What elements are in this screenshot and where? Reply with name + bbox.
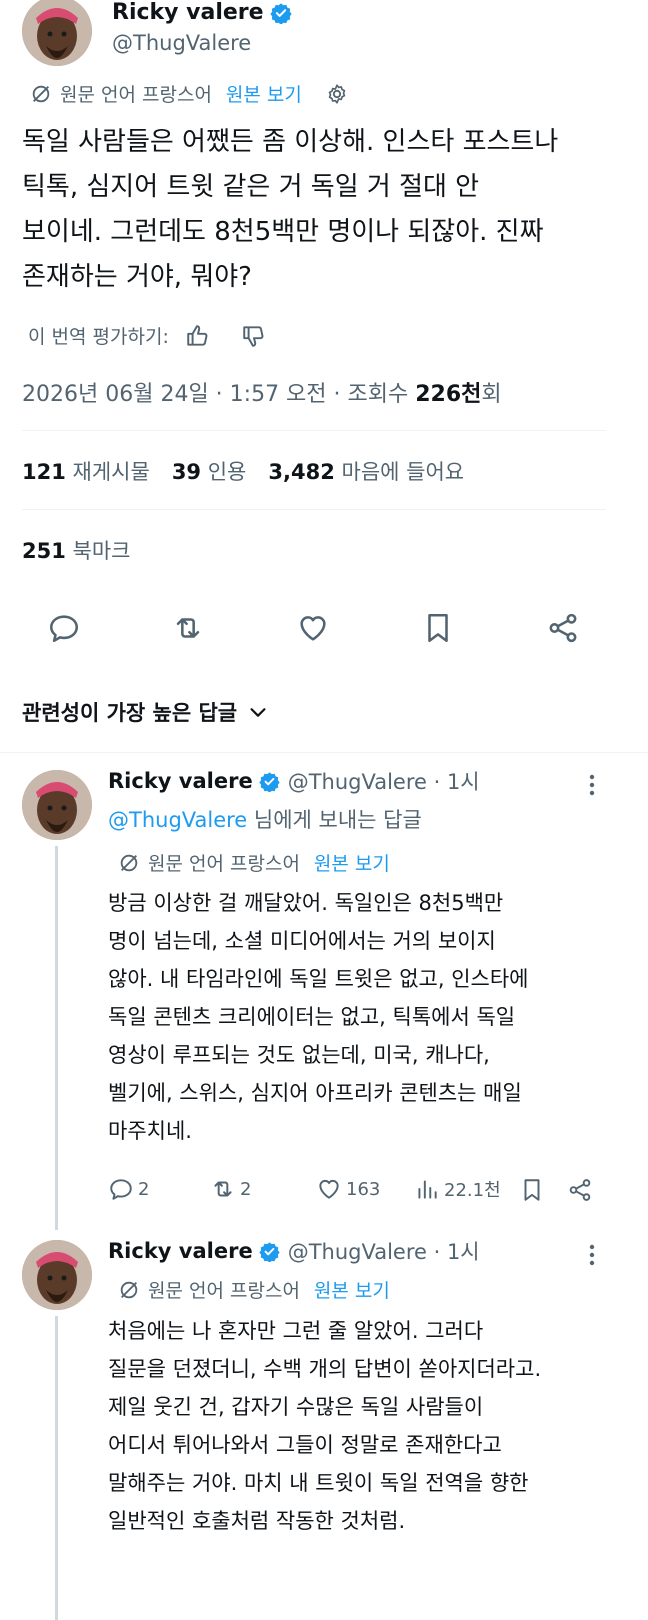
divider bbox=[22, 430, 606, 431]
stats-row: 121 재게시물 39 인용 3,482 마음에 들어요 bbox=[22, 456, 464, 486]
retweet-stat[interactable]: 121 재게시물 bbox=[22, 456, 150, 486]
bookmarks-label: 북마크 bbox=[72, 539, 131, 563]
translation-note: 원문 언어 프랑스어 bbox=[60, 84, 212, 106]
like-button[interactable] bbox=[293, 608, 333, 648]
likes-label: 마음에 들어요 bbox=[341, 460, 465, 484]
reply-icon bbox=[49, 615, 79, 643]
verified-badge-icon bbox=[259, 1241, 280, 1262]
quote-stat[interactable]: 39 인용 bbox=[172, 456, 247, 486]
likes-count: 3,482 bbox=[268, 460, 335, 484]
retweets-label: 재게시물 bbox=[72, 460, 150, 484]
reply-to-line: @ThugValere 님에게 보내는 답글 bbox=[108, 804, 422, 834]
heart-icon bbox=[300, 616, 326, 641]
reply-button[interactable] bbox=[44, 608, 84, 648]
bookmark-button[interactable] bbox=[418, 608, 458, 648]
reply-handle-time[interactable]: @ThugValere · 1시 bbox=[288, 766, 480, 796]
more-menu-button[interactable] bbox=[582, 770, 602, 800]
bookmark-icon bbox=[524, 1179, 540, 1201]
reply-replies-button[interactable]: 2 bbox=[108, 1176, 149, 1202]
reply-bookmark-button[interactable] bbox=[518, 1176, 546, 1204]
reply-replies-count: 2 bbox=[138, 1178, 150, 1200]
author-avatar[interactable] bbox=[22, 0, 92, 66]
thread-line bbox=[55, 846, 58, 1230]
translate-off-icon bbox=[120, 1281, 138, 1298]
views-suffix: 회 bbox=[481, 382, 502, 407]
author-name[interactable]: Ricky valere bbox=[112, 0, 292, 25]
share-icon bbox=[549, 613, 577, 643]
like-stat[interactable]: 3,482 마음에 들어요 bbox=[268, 456, 464, 486]
share-icon bbox=[569, 1179, 591, 1201]
repost-button[interactable] bbox=[168, 608, 208, 648]
reply-header: Ricky valere @ThugValere · 1시 bbox=[108, 1236, 480, 1266]
bookmark-stat[interactable]: 251 북마크 bbox=[22, 535, 131, 565]
reply-show-original-link[interactable]: 원본 보기 bbox=[314, 1276, 390, 1303]
share-button[interactable] bbox=[543, 608, 583, 648]
thumbs-down-icon[interactable] bbox=[241, 323, 267, 349]
views-count: 226천 bbox=[415, 382, 482, 407]
reply-to-suffix: 님에게 보내는 답글 bbox=[247, 808, 422, 832]
reply-translation-note: 원문 언어 프랑스어 bbox=[148, 1280, 300, 1302]
divider bbox=[0, 752, 648, 753]
reply-avatar[interactable] bbox=[22, 1240, 92, 1310]
sort-label: 관련성이 가장 높은 답글 bbox=[22, 701, 238, 725]
reply-repost-button[interactable]: 2 bbox=[210, 1176, 251, 1202]
tweet-timestamp: 2026년 06월 24일 · 1:57 오전 · 조회수 226천회 bbox=[22, 376, 502, 408]
heart-icon bbox=[319, 1179, 339, 1199]
quotes-label: 인용 bbox=[207, 460, 247, 484]
reply-author-name[interactable]: Ricky valere bbox=[108, 1239, 253, 1263]
reply-views-button[interactable]: 22.1천 bbox=[414, 1176, 501, 1202]
reply-translation-row: 원문 언어 프랑스어 원본 보기 bbox=[118, 1276, 390, 1303]
divider bbox=[22, 509, 606, 510]
chevron-down-icon bbox=[250, 708, 266, 717]
more-menu-button[interactable] bbox=[582, 1240, 602, 1270]
quotes-count: 39 bbox=[171, 460, 202, 484]
sort-dropdown[interactable]: 관련성이 가장 높은 답글 bbox=[22, 697, 269, 727]
repost-icon bbox=[214, 1181, 232, 1197]
reply-show-original-link[interactable]: 원본 보기 bbox=[314, 849, 390, 876]
reply-translation-note: 원문 언어 프랑스어 bbox=[148, 853, 300, 875]
translate-off-icon bbox=[32, 85, 50, 102]
reply-body: 방금 이상한 걸 깨달았어. 독일인은 8천5백만 명이 넘는데, 소셜 미디어… bbox=[108, 891, 529, 1143]
views-chart-icon bbox=[418, 1180, 437, 1199]
author-handle[interactable]: @ThugValere bbox=[112, 31, 251, 55]
translation-row: 원문 언어 프랑스어 원본 보기 bbox=[30, 80, 348, 107]
author-name-text: Ricky valere bbox=[112, 0, 264, 25]
reply-like-button[interactable]: 163 bbox=[316, 1176, 380, 1202]
show-original-link[interactable]: 원본 보기 bbox=[226, 80, 302, 107]
more-dots-icon bbox=[589, 774, 595, 796]
reply-icon bbox=[110, 1179, 132, 1200]
thread-line bbox=[55, 1316, 58, 1620]
reply-views-count: 22.1천 bbox=[444, 1180, 501, 1201]
verified-badge-icon bbox=[259, 771, 280, 792]
reply-handle-time[interactable]: @ThugValere · 1시 bbox=[288, 1236, 480, 1266]
reply-likes-count: 163 bbox=[346, 1178, 381, 1200]
rate-translation-label: 이 번역 평가하기: bbox=[28, 326, 169, 348]
timestamp-text: 2026년 06월 24일 · 1:57 오전 · 조회수 bbox=[22, 382, 416, 407]
bookmark-icon bbox=[428, 613, 448, 643]
reply-author-name[interactable]: Ricky valere bbox=[108, 769, 253, 793]
translate-off-icon bbox=[120, 854, 138, 871]
reply-translation-row: 원문 언어 프랑스어 원본 보기 bbox=[118, 849, 390, 876]
repost-icon bbox=[176, 618, 200, 638]
reply-to-handle-link[interactable]: @ThugValere bbox=[108, 808, 247, 832]
reply-share-button[interactable] bbox=[566, 1176, 594, 1204]
reply-reposts-count: 2 bbox=[240, 1178, 252, 1200]
reply-avatar[interactable] bbox=[22, 770, 92, 840]
verified-badge-icon bbox=[269, 2, 292, 24]
bookmarks-count: 251 bbox=[22, 539, 66, 563]
tweet-body: 독일 사람들은 어쨌든 좀 이상해. 인스타 포스트나 틱톡, 심지어 트윗 같… bbox=[22, 127, 559, 292]
gear-icon[interactable] bbox=[326, 83, 348, 105]
reply-body: 처음에는 나 혼자만 그런 줄 알았어. 그러다 질문을 던졌더니, 수백 개의… bbox=[108, 1319, 542, 1533]
more-dots-icon bbox=[589, 1244, 595, 1266]
retweets-count: 121 bbox=[22, 460, 66, 484]
thumbs-up-icon[interactable] bbox=[185, 323, 211, 349]
reply-header: Ricky valere @ThugValere · 1시 bbox=[108, 766, 480, 796]
rate-translation-row: 이 번역 평가하기: bbox=[28, 322, 267, 349]
